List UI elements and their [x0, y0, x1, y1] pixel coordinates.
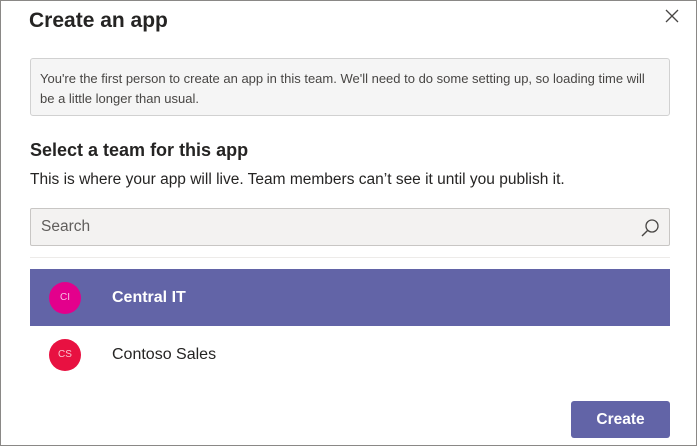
team-name: Central IT — [112, 288, 186, 306]
team-name: Contoso Sales — [112, 345, 217, 363]
avatar-initials: CS — [58, 349, 72, 360]
team-section-description: This is where your app will live. Team m… — [30, 171, 565, 188]
search-input[interactable] — [31, 209, 631, 245]
team-item-central-it[interactable]: CI Central IT — [30, 269, 670, 326]
team-item-contoso-sales[interactable]: CS Contoso Sales — [30, 326, 670, 383]
create-app-dialog: Create an app You're the first person to… — [0, 0, 697, 446]
create-button[interactable]: Create — [571, 401, 670, 438]
team-section-title: Select a team for this app — [30, 140, 249, 160]
avatar: CI — [49, 281, 81, 314]
search-icon — [641, 219, 659, 237]
first-person-notice: You're the first person to create an app… — [30, 58, 670, 116]
dialog-title: Create an app — [29, 9, 168, 32]
team-list: CI Central IT CS Contoso Sales — [30, 269, 670, 383]
divider — [30, 257, 670, 258]
notice-text: You're the first person to create an app… — [40, 71, 645, 106]
avatar-initials: CI — [60, 292, 70, 303]
avatar: CS — [49, 338, 81, 371]
search-box — [30, 208, 670, 246]
search-button[interactable] — [639, 217, 661, 239]
close-button[interactable] — [661, 5, 683, 27]
close-icon — [665, 9, 679, 23]
